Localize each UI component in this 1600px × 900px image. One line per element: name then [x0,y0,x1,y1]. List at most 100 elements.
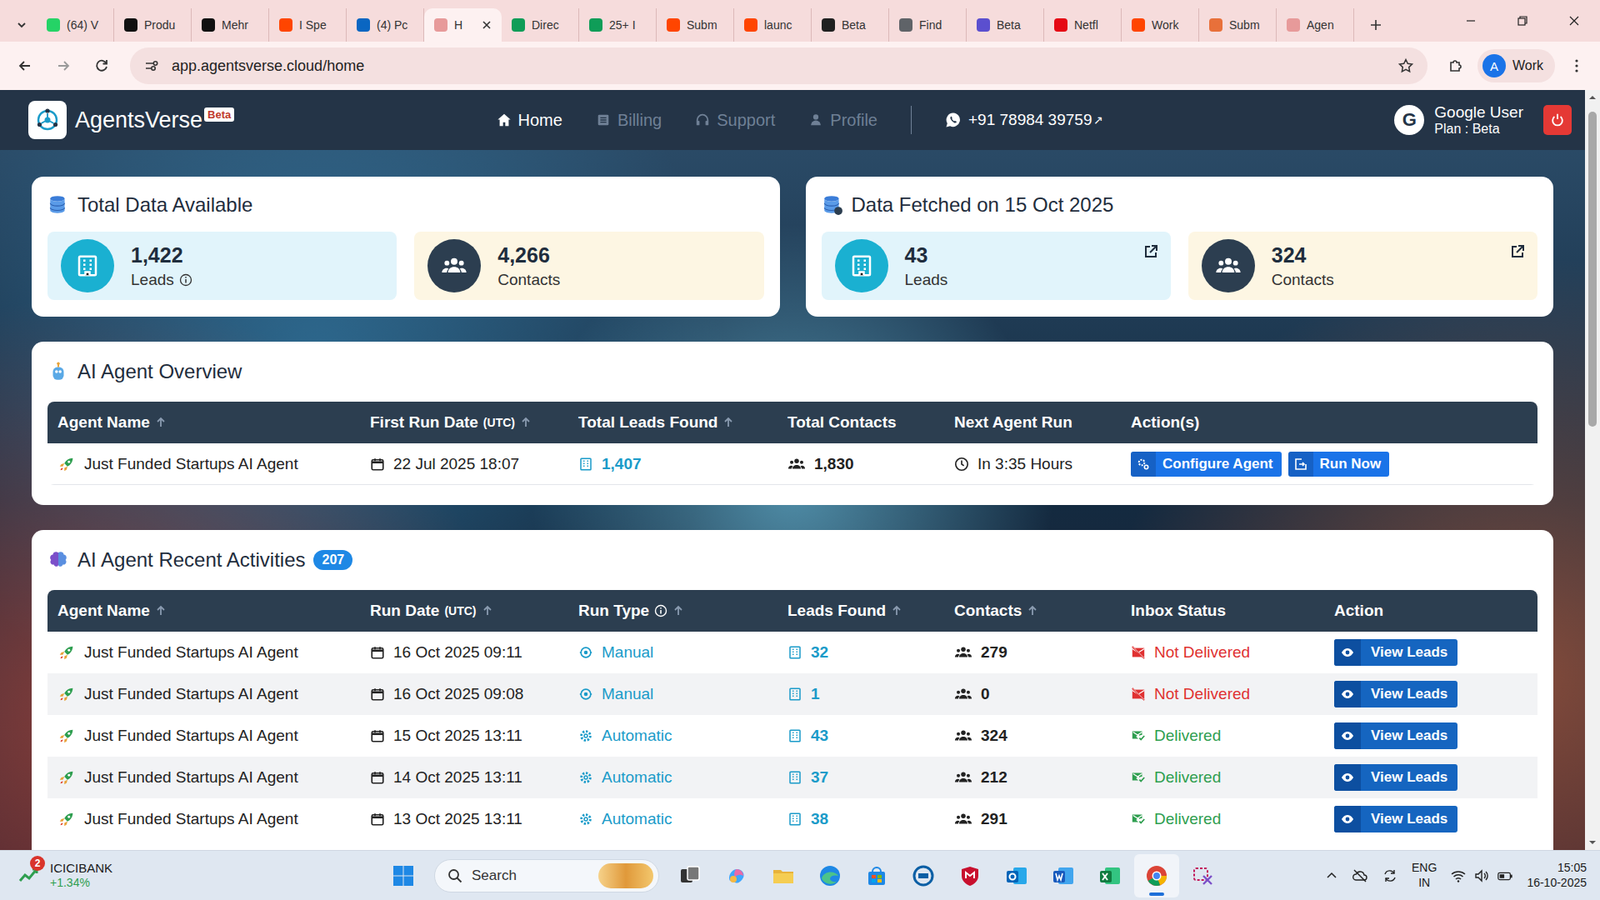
user-avatar[interactable]: G [1394,105,1425,135]
column-header[interactable]: Next Agent Run [944,401,1121,444]
logout-button[interactable] [1543,105,1572,135]
column-header[interactable]: Agent Name [47,401,360,444]
scroll-down-icon[interactable] [1588,838,1597,847]
sort-arrow-icon[interactable] [155,416,167,429]
sort-arrow-icon[interactable] [1026,605,1039,617]
total-leads-cell[interactable]: 1,407 [568,443,778,485]
info-icon[interactable] [179,273,193,287]
column-header[interactable]: Action(s) [1120,401,1538,444]
taskbar-app[interactable] [1087,854,1133,898]
column-header[interactable]: Agent Name [47,590,360,632]
leads-found-cell[interactable]: 32 [777,631,945,674]
nav-item[interactable]: Home [496,110,563,130]
browser-tab[interactable]: Direc [501,8,580,42]
forward-button[interactable] [46,49,80,83]
maximize-button[interactable] [1496,0,1549,42]
back-button[interactable] [8,49,42,83]
new-tab-button[interactable] [1359,8,1393,42]
taskbar-app[interactable] [1040,854,1086,898]
scroll-thumb[interactable] [1588,111,1597,427]
taskbar-app[interactable] [947,854,993,898]
browser-tab[interactable]: Subm [1199,8,1277,42]
external-link-icon[interactable] [1509,243,1526,260]
browser-tab[interactable]: Work [1121,8,1200,42]
bookmark-star-icon[interactable] [1397,57,1415,75]
address-bar[interactable]: app.agentsverse.cloud/home [130,47,1428,85]
browser-tab[interactable]: Find [889,8,967,42]
taskbar-app[interactable] [1180,854,1226,898]
leads-found-cell[interactable]: 1 [777,673,945,715]
reload-button[interactable] [85,49,119,83]
input-language[interactable]: ENGIN [1411,860,1437,890]
browser-tab[interactable]: Beta [966,8,1045,42]
browser-tab[interactable]: 25+ I [579,8,657,42]
taskbar-app[interactable] [760,854,806,898]
browser-tab[interactable]: Beta [811,8,890,42]
close-icon[interactable] [480,19,493,31]
column-header[interactable]: Run Type [568,590,778,632]
column-header[interactable]: Total Contacts [777,401,945,444]
profile-chip[interactable]: AWork [1477,49,1555,83]
taskbar-app[interactable] [1134,854,1180,898]
view-leads-button[interactable]: View Leads [1334,680,1458,708]
column-header[interactable]: Contacts [944,590,1121,632]
tab-search-button[interactable] [6,8,37,42]
column-header[interactable]: Action [1324,590,1538,632]
nav-item[interactable]: Support [695,110,775,130]
sort-arrow-icon[interactable] [890,605,903,617]
site-info-icon[interactable] [143,57,160,75]
info-icon[interactable] [654,604,668,618]
nav-item[interactable]: Profile [808,110,878,130]
sort-arrow-icon[interactable] [672,605,685,617]
column-header[interactable]: Run Date(UTC) [360,590,569,632]
browser-tab[interactable]: (4) Pc [346,8,425,42]
leads-found-cell[interactable]: 43 [777,715,945,757]
browser-tab[interactable]: Netfl [1044,8,1122,42]
brand[interactable]: AgentsVerseBeta [28,100,497,140]
action-button[interactable]: Configure Agent [1130,451,1282,477]
clock[interactable]: 15:0516-10-2025 [1526,860,1590,890]
leads-found-cell[interactable]: 37 [777,756,945,799]
sort-arrow-icon[interactable] [520,416,532,429]
view-leads-button[interactable]: View Leads [1334,764,1458,791]
browser-tab[interactable]: launc [734,8,812,42]
view-leads-button[interactable]: View Leads [1334,639,1458,666]
start-button[interactable] [380,854,426,898]
extensions-button[interactable] [1439,49,1473,83]
column-header[interactable]: Inbox Status [1120,590,1325,632]
column-header[interactable]: First Run Date(UTC) [360,401,569,444]
browser-tab[interactable]: Subm [656,8,735,42]
scrollbar[interactable] [1585,90,1600,850]
external-link-icon[interactable] [1142,243,1160,260]
sort-arrow-icon[interactable] [722,416,735,429]
leads-found-cell[interactable]: 38 [777,798,945,840]
view-leads-button[interactable]: View Leads [1334,722,1458,750]
browser-tab[interactable]: I Spe [269,8,347,42]
taskbar-app[interactable] [854,854,900,898]
column-header[interactable]: Total Leads Found [568,401,778,444]
taskbar-app[interactable] [667,854,713,898]
browser-tab[interactable]: Produ [114,8,192,42]
view-leads-button[interactable]: View Leads [1334,805,1458,833]
action-button[interactable]: Run Now [1288,451,1390,477]
taskbar-app[interactable] [994,854,1040,898]
browser-tab[interactable]: Agen [1276,8,1355,42]
browser-tab[interactable]: Mehr [191,8,270,42]
taskbar-app[interactable] [714,854,760,898]
column-header[interactable]: Leads Found [777,590,945,632]
nav-item[interactable]: Billing [595,110,662,130]
browser-tab[interactable]: (64) V [36,8,115,42]
taskbar-app[interactable] [807,854,853,898]
stock-widget[interactable]: 2ICICIBANK+1.34% [16,860,381,890]
browser-tab[interactable]: H [424,8,502,42]
chevron-up-icon[interactable] [1325,869,1339,883]
sync-icon[interactable] [1381,867,1399,885]
taskbar-search[interactable]: Search [434,859,660,893]
whatsapp-link[interactable]: +91 78984 39759↗ [945,110,1104,130]
taskbar-app[interactable] [900,854,946,898]
menu-button[interactable] [1560,49,1594,83]
minimize-button[interactable] [1445,0,1497,42]
sort-arrow-icon[interactable] [481,605,494,617]
cloud-off-icon[interactable] [1351,867,1369,885]
close-window-button[interactable] [1548,0,1600,42]
